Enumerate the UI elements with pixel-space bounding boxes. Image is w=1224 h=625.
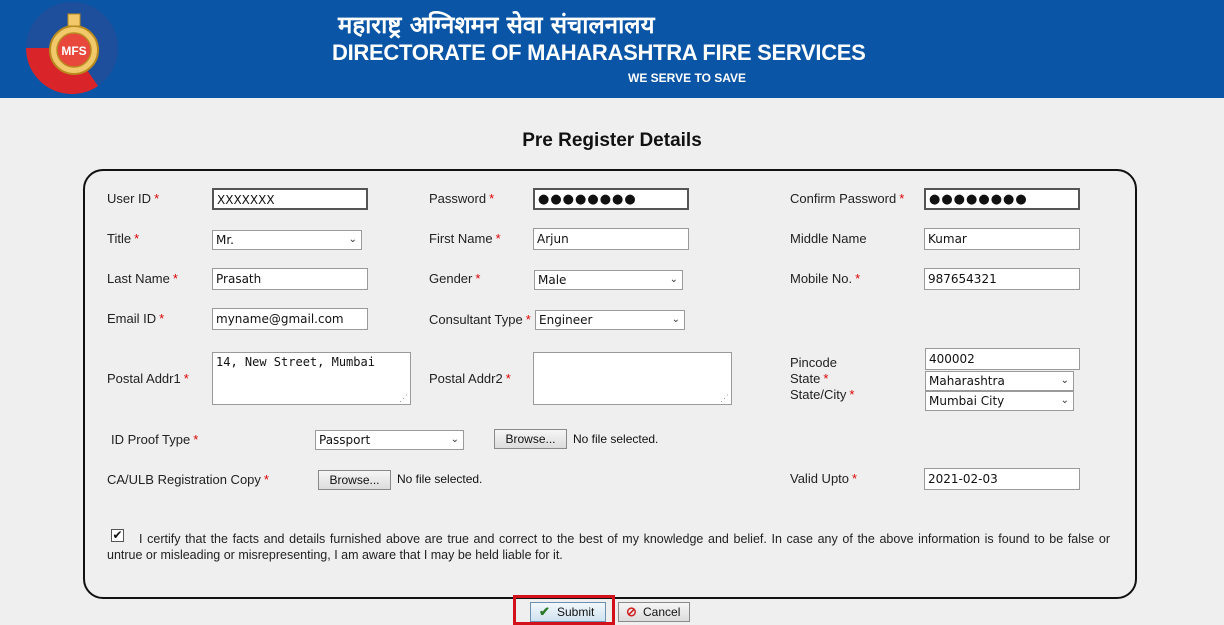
pincode-input[interactable]: 400002 bbox=[925, 348, 1080, 370]
confirm-password-input[interactable]: ●●●●●●●● bbox=[924, 188, 1080, 210]
state-city-select[interactable]: Mumbai City ⌄ bbox=[925, 391, 1074, 411]
chevron-down-icon: ⌄ bbox=[1060, 395, 1069, 406]
header-title: DIRECTORATE OF MAHARASHTRA FIRE SERVICES bbox=[332, 40, 866, 65]
header-tagline: WE SERVE TO SAVE bbox=[628, 71, 747, 85]
gender-select[interactable]: Male ⌄ bbox=[534, 270, 683, 290]
first-name-input[interactable]: Arjun bbox=[533, 228, 689, 250]
resize-grip-icon[interactable]: ⋰ bbox=[399, 394, 408, 404]
password-input[interactable]: ●●●●●●●● bbox=[533, 188, 689, 210]
email-label: Email ID * bbox=[107, 311, 165, 326]
postal-addr1-label: Postal Addr1 * bbox=[107, 371, 189, 386]
state-city-label: State/City * bbox=[790, 387, 855, 402]
certify-text: I certify that the facts and details fur… bbox=[107, 532, 1110, 562]
valid-upto-input[interactable]: 2021-02-03 bbox=[924, 468, 1080, 490]
valid-upto-label: Valid Upto * bbox=[790, 471, 858, 486]
submit-button[interactable]: ✔ Submit bbox=[530, 602, 606, 622]
email-input[interactable]: myname@gmail.com bbox=[212, 308, 368, 330]
header-title-hindi: महाराष्ट्र अग्निशमन सेवा संचालनालय bbox=[338, 11, 655, 39]
id-proof-type-label: ID Proof Type * bbox=[111, 432, 199, 447]
consultant-type-select[interactable]: Engineer ⌄ bbox=[535, 310, 685, 330]
ca-ulb-file-status: No file selected. bbox=[397, 472, 483, 486]
consultant-type-label: Consultant Type * bbox=[429, 312, 531, 327]
id-proof-type-select[interactable]: Passport ⌄ bbox=[315, 430, 464, 450]
middle-name-label: Middle Name bbox=[790, 231, 867, 246]
cancel-button[interactable]: ⊘ Cancel bbox=[618, 602, 690, 622]
chevron-down-icon: ⌄ bbox=[671, 314, 680, 325]
mfs-logo: MFS bbox=[25, 2, 118, 94]
site-header: MFS महाराष्ट्र अग्निशमन सेवा संचालनालय D… bbox=[0, 0, 1224, 98]
mobile-label: Mobile No. * bbox=[790, 271, 861, 286]
gender-label: Gender * bbox=[429, 271, 481, 286]
state-label: State * bbox=[790, 371, 829, 386]
postal-addr2-textarea[interactable]: ⋰ bbox=[533, 352, 732, 405]
postal-addr2-label: Postal Addr2 * bbox=[429, 371, 511, 386]
last-name-input[interactable]: Prasath bbox=[212, 268, 368, 290]
resize-grip-icon[interactable]: ⋰ bbox=[720, 394, 729, 404]
confirm-password-label: Confirm Password * bbox=[790, 191, 905, 206]
svg-text:MFS: MFS bbox=[61, 44, 86, 58]
check-icon: ✔ bbox=[539, 604, 550, 619]
title-select[interactable]: Mr. ⌄ bbox=[212, 230, 362, 250]
last-name-label: Last Name * bbox=[107, 271, 178, 286]
page-title: Pre Register Details bbox=[522, 130, 702, 151]
chevron-down-icon: ⌄ bbox=[450, 434, 459, 445]
chevron-down-icon: ⌄ bbox=[669, 274, 678, 285]
first-name-label: First Name * bbox=[429, 231, 501, 246]
id-proof-browse-button[interactable]: Browse... bbox=[494, 429, 567, 449]
chevron-down-icon: ⌄ bbox=[348, 234, 357, 245]
ban-icon: ⊘ bbox=[626, 604, 637, 619]
user-id-input[interactable]: XXXXXXX bbox=[212, 188, 368, 210]
chevron-down-icon: ⌄ bbox=[1060, 375, 1069, 386]
mobile-input[interactable]: 987654321 bbox=[924, 268, 1080, 290]
ca-ulb-browse-button[interactable]: Browse... bbox=[318, 470, 391, 490]
id-proof-file-status: No file selected. bbox=[573, 432, 659, 446]
middle-name-input[interactable]: Kumar bbox=[924, 228, 1080, 250]
user-id-label: User ID * bbox=[107, 191, 160, 206]
password-label: Password * bbox=[429, 191, 495, 206]
ca-ulb-copy-label: CA/ULB Registration Copy * bbox=[107, 472, 269, 487]
title-label: Title * bbox=[107, 231, 140, 246]
pincode-label: Pincode bbox=[790, 355, 837, 370]
postal-addr1-textarea[interactable]: 14, New Street, Mumbai ⋰ bbox=[212, 352, 411, 405]
state-select[interactable]: Maharashtra ⌄ bbox=[925, 371, 1074, 391]
